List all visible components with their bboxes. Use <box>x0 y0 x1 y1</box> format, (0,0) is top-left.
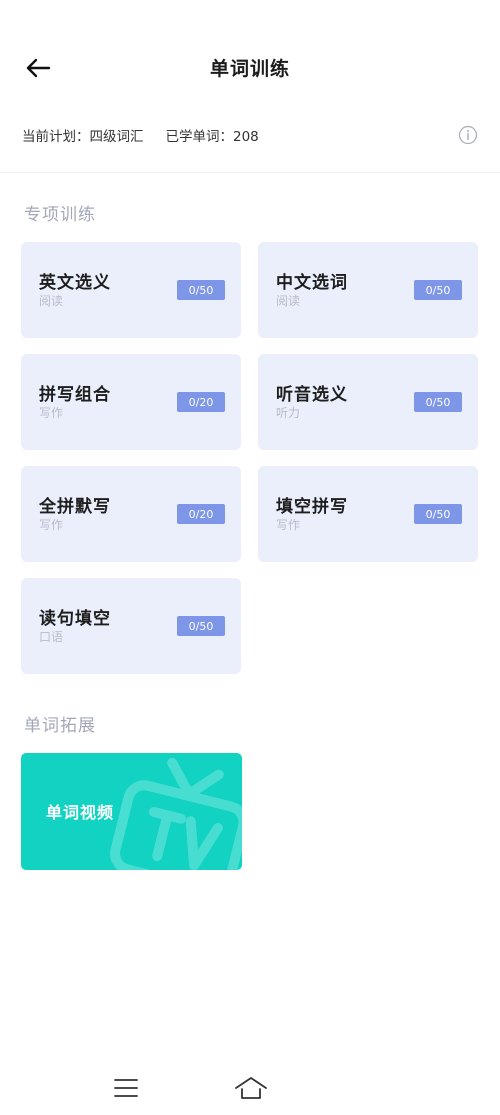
home-button[interactable] <box>234 1074 268 1102</box>
current-plan-text: 当前计划：四级词汇 <box>22 129 144 145</box>
menu-icon <box>114 1079 138 1097</box>
card-skill-tag: 阅读 <box>276 294 301 308</box>
header: 单词训练 <box>0 40 500 96</box>
card-progress-badge: 0/50 <box>414 392 462 412</box>
card-progress-badge: 0/20 <box>177 504 225 524</box>
training-card-full-dictation[interactable]: 全拼默写 写作 0/20 <box>21 466 241 562</box>
training-card-fill-spelling[interactable]: 填空拼写 写作 0/50 <box>258 466 478 562</box>
card-skill-tag: 口语 <box>39 630 64 644</box>
card-skill-tag: 写作 <box>39 518 64 532</box>
info-icon <box>458 125 478 145</box>
card-skill-tag: 写作 <box>276 518 301 532</box>
word-training-screen: 单词训练 当前计划：四级词汇 已学单词：208 专项训练 英文选义 阅读 0/5… <box>0 0 500 1115</box>
card-progress-badge: 0/50 <box>414 280 462 300</box>
card-name: 中文选词 <box>276 273 348 293</box>
card-name: 英文选义 <box>39 273 111 293</box>
card-progress-badge: 0/50 <box>177 616 225 636</box>
card-progress-badge: 0/50 <box>414 504 462 524</box>
training-card-english-meaning[interactable]: 英文选义 阅读 0/50 <box>21 242 241 338</box>
card-progress-badge: 0/50 <box>177 280 225 300</box>
word-video-label: 单词视频 <box>46 803 115 822</box>
card-progress-badge: 0/20 <box>177 392 225 412</box>
training-card-sentence-fill[interactable]: 读句填空 口语 0/50 <box>21 578 241 674</box>
bottom-navigation-bar <box>0 1068 500 1108</box>
special-training-title: 专项训练 <box>24 205 96 225</box>
card-name: 听音选义 <box>276 385 348 405</box>
learned-words-text: 已学单词：208 <box>165 129 259 145</box>
card-skill-tag: 听力 <box>276 406 301 420</box>
card-name: 拼写组合 <box>39 385 111 405</box>
plan-info-row: 当前计划：四级词汇 已学单词：208 <box>22 122 478 148</box>
divider <box>0 172 500 173</box>
training-card-chinese-word[interactable]: 中文选词 阅读 0/50 <box>258 242 478 338</box>
card-name: 全拼默写 <box>39 497 111 517</box>
card-name: 读句填空 <box>39 609 111 629</box>
word-extension-title: 单词拓展 <box>24 716 96 736</box>
card-skill-tag: 阅读 <box>39 294 64 308</box>
card-name: 填空拼写 <box>276 497 348 517</box>
menu-button[interactable] <box>111 1074 141 1102</box>
word-video-card[interactable]: 单词视频 <box>21 753 242 870</box>
card-skill-tag: 写作 <box>39 406 64 420</box>
training-card-listen-meaning[interactable]: 听音选义 听力 0/50 <box>258 354 478 450</box>
page-title: 单词训练 <box>209 58 290 80</box>
home-icon <box>235 1077 267 1099</box>
tv-icon <box>110 757 242 870</box>
training-card-spelling-combo[interactable]: 拼写组合 写作 0/20 <box>21 354 241 450</box>
info-button[interactable] <box>458 125 478 145</box>
